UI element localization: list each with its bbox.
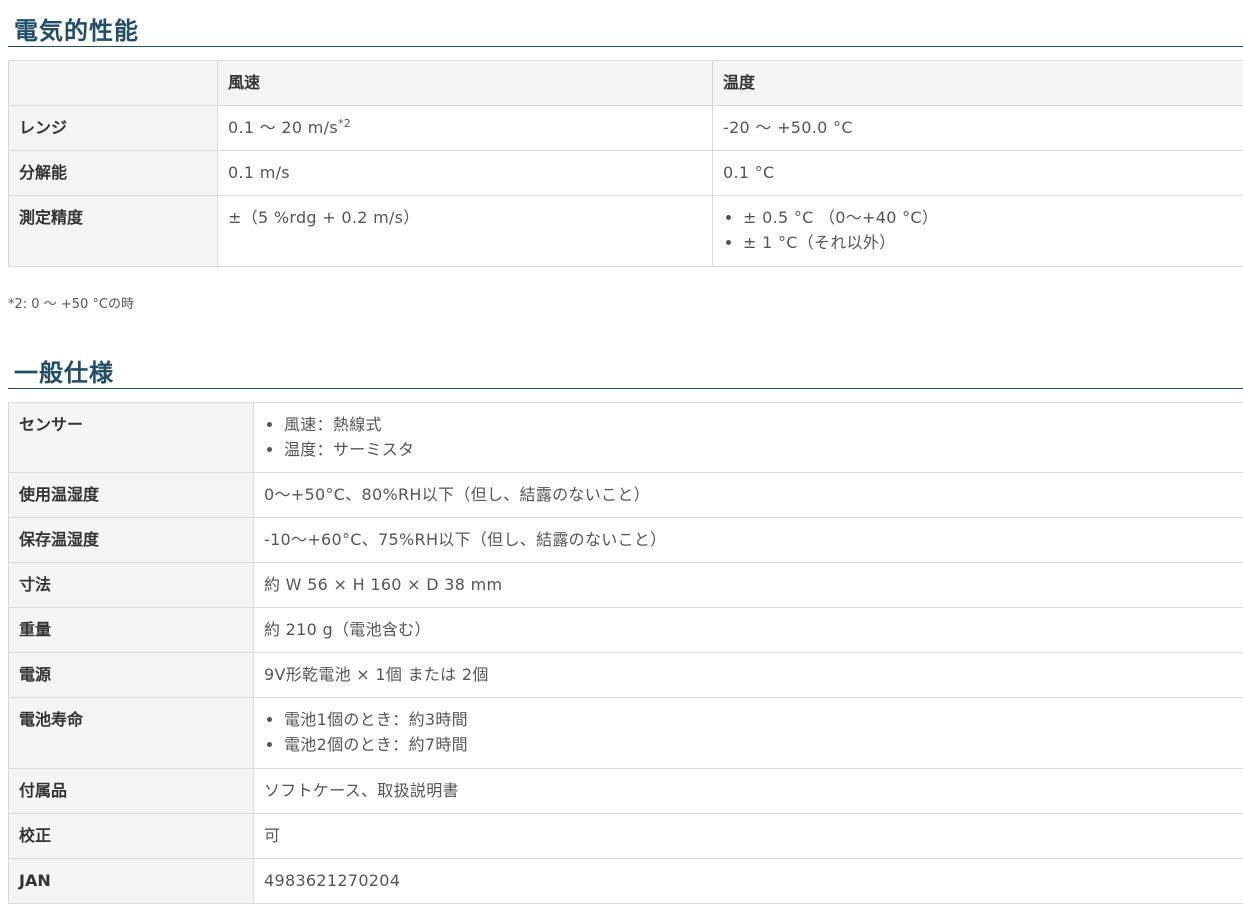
table-row: 使用温湿度 0〜+50°C、80%RH以下（但し、結露のないこと） (8, 472, 1243, 518)
footnote: *2: 0 〜 +50 °Cの時 (8, 297, 134, 312)
range-wind-value: 0.1 〜 20 m/s*2 (217, 105, 713, 151)
operating-env-value: 0〜+50°C、80%RH以下（但し、結露のないこと） (253, 472, 1243, 518)
row-label-accuracy: 測定精度 (8, 195, 218, 267)
power-value: 9V形乾電池 × 1個 または 2個 (253, 652, 1243, 698)
list-item: 電池1個のとき：約3時間 (284, 707, 1238, 732)
resolution-temp-value: 0.1 °C (712, 150, 1243, 196)
row-label-jan: JAN (8, 858, 254, 904)
row-label-dimensions: 寸法 (8, 562, 254, 608)
table-row: 寸法 約 W 56 × H 160 × D 38 mm (8, 562, 1243, 608)
table-row: 保存温湿度 -10〜+60°C、75%RH以下（但し、結露のないこと） (8, 517, 1243, 563)
list-item: ± 0.5 °C （0〜+40 °C） (743, 205, 1238, 230)
range-temp-value: -20 〜 +50.0 °C (712, 105, 1243, 151)
row-label-storage-env: 保存温湿度 (8, 517, 254, 563)
electrical-spec-table: 風速 温度 レンジ 0.1 〜 20 m/s*2 -20 〜 +50.0 °C … (8, 60, 1243, 267)
jan-value: 4983621270204 (253, 858, 1243, 904)
list-item: ± 1 °C（それ以外） (743, 230, 1238, 255)
row-label-range: レンジ (8, 105, 218, 151)
calibration-value: 可 (253, 813, 1243, 859)
row-label-sensor: センサー (8, 402, 254, 473)
accuracy-temp-list: ± 0.5 °C （0〜+40 °C） ± 1 °C（それ以外） (723, 205, 1238, 255)
sensor-list: 風速：熱線式 温度：サーミスタ (264, 412, 1238, 462)
table-row: 重量 約 210 g（電池含む） (8, 607, 1243, 653)
footnote-marker: *2 (337, 117, 352, 130)
table-header-row: 風速 温度 (8, 60, 1243, 106)
table-row: 電池寿命 電池1個のとき：約3時間 電池2個のとき：約7時間 (8, 697, 1243, 769)
accuracy-temp-value: ± 0.5 °C （0〜+40 °C） ± 1 °C（それ以外） (712, 195, 1243, 267)
battery-life-value: 電池1個のとき：約3時間 電池2個のとき：約7時間 (253, 697, 1243, 769)
row-label-accessories: 付属品 (8, 768, 254, 814)
table-row: 付属品 ソフトケース、取扱説明書 (8, 768, 1243, 814)
row-label-weight: 重量 (8, 607, 254, 653)
table-row: 分解能 0.1 m/s 0.1 °C (8, 150, 1243, 196)
storage-env-value: -10〜+60°C、75%RH以下（但し、結露のないこと） (253, 517, 1243, 563)
resolution-wind-value: 0.1 m/s (217, 150, 713, 196)
general-title-rule (8, 388, 1243, 389)
row-label-power: 電源 (8, 652, 254, 698)
header-empty-cell (8, 60, 218, 106)
general-spec-table: センサー 風速：熱線式 温度：サーミスタ 使用温湿度 0〜+50°C、80%RH… (8, 402, 1243, 904)
general-section-title: 一般仕様 (14, 359, 114, 387)
row-label-calibration: 校正 (8, 813, 254, 859)
table-row: 校正 可 (8, 813, 1243, 859)
list-item: 電池2個のとき：約7時間 (284, 732, 1238, 757)
sensor-value: 風速：熱線式 温度：サーミスタ (253, 402, 1243, 473)
electrical-section-title: 電気的性能 (14, 17, 139, 45)
table-row: レンジ 0.1 〜 20 m/s*2 -20 〜 +50.0 °C (8, 105, 1243, 151)
accessories-value: ソフトケース、取扱説明書 (253, 768, 1243, 814)
electrical-title-rule (8, 46, 1243, 47)
weight-value: 約 210 g（電池含む） (253, 607, 1243, 653)
header-temperature: 温度 (712, 60, 1243, 106)
table-row: JAN 4983621270204 (8, 858, 1243, 904)
accuracy-wind-value: ±（5 %rdg + 0.2 m/s） (217, 195, 713, 267)
battery-life-list: 電池1個のとき：約3時間 電池2個のとき：約7時間 (264, 707, 1238, 757)
table-row: センサー 風速：熱線式 温度：サーミスタ (8, 402, 1243, 473)
row-label-resolution: 分解能 (8, 150, 218, 196)
row-label-battery-life: 電池寿命 (8, 697, 254, 769)
list-item: 風速：熱線式 (284, 412, 1238, 437)
table-row: 電源 9V形乾電池 × 1個 または 2個 (8, 652, 1243, 698)
header-wind-speed: 風速 (217, 60, 713, 106)
row-label-operating-env: 使用温湿度 (8, 472, 254, 518)
table-row: 測定精度 ±（5 %rdg + 0.2 m/s） ± 0.5 °C （0〜+40… (8, 195, 1243, 267)
list-item: 温度：サーミスタ (284, 437, 1238, 462)
range-wind-text: 0.1 〜 20 m/s (228, 118, 338, 137)
dimensions-value: 約 W 56 × H 160 × D 38 mm (253, 562, 1243, 608)
